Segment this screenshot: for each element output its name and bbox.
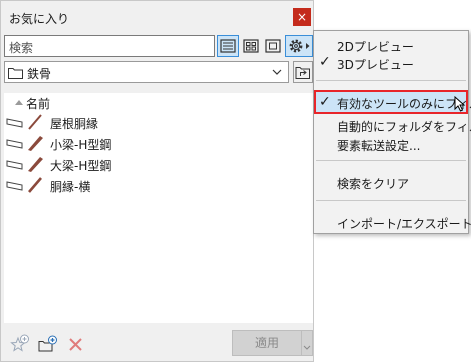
checkmark-icon: ✓ — [319, 94, 331, 110]
menu-item-filter-active-tools[interactable]: ✓ 有効なツールのみにフィルタ — [314, 90, 471, 114]
options-context-menu: 2Dプレビュー ✓ 3Dプレビュー ✓ 有効なツールのみにフィルタ 自動的にフォ… — [313, 30, 471, 234]
chevron-down-icon — [303, 345, 311, 350]
list-item-label: 小梁-H型鋼 — [50, 138, 112, 152]
checkmark-icon: ✓ — [319, 54, 331, 70]
menu-item-label: 自動的にフォルダをフィルタ — [337, 120, 471, 134]
favorites-list: 名前 屋根胴縁 小梁-H型鋼 大梁-H型鋼 胴縁-横 — [4, 93, 313, 323]
list-view-button[interactable] — [217, 35, 239, 57]
menu-item-import-export[interactable]: インポート/エクスポート... — [314, 212, 471, 232]
menu-item-label: 3Dプレビュー — [337, 58, 414, 72]
folder-up-button[interactable] — [293, 61, 313, 83]
palette-titlebar[interactable]: お気に入り × — [1, 1, 313, 33]
beam-tool-icon — [6, 118, 23, 128]
new-folder-icon — [38, 335, 57, 352]
palette-bottom-bar: 適用 — [1, 325, 313, 361]
column-header-label: 名前 — [26, 97, 51, 111]
menu-item-3d-preview[interactable]: ✓ 3Dプレビュー — [314, 53, 468, 73]
gear-icon — [289, 39, 310, 53]
folder-icon — [8, 68, 23, 79]
beam-tool-icon — [6, 160, 23, 170]
list-view-icon — [220, 39, 236, 53]
folder-dropdown[interactable]: 鉄骨 — [4, 61, 289, 83]
beam-tool-icon — [6, 139, 23, 149]
beam-profile-icon — [28, 177, 42, 193]
delete-icon — [69, 338, 82, 351]
search-placeholder: 検索 — [9, 41, 34, 55]
apply-button[interactable]: 適用 — [232, 330, 302, 356]
favorites-palette: お気に入り × 検索 鉄骨 名前 屋根胴縁 小梁-H型鋼 大梁-H型鋼 胴縁-横… — [0, 0, 314, 362]
menu-item-label: 要素転送設定... — [337, 139, 421, 153]
folder-name: 鉄骨 — [27, 67, 52, 81]
list-item[interactable]: 大梁-H型鋼 — [4, 154, 313, 175]
menu-item-label: インポート/エクスポート... — [337, 217, 471, 231]
options-button[interactable] — [285, 35, 313, 57]
palette-title: お気に入り — [9, 12, 70, 26]
beam-profile-icon — [28, 114, 42, 130]
menu-separator — [316, 160, 466, 161]
new-favorite-icon — [10, 334, 29, 352]
preview-view-button[interactable] — [262, 35, 284, 57]
beam-tool-icon — [6, 181, 23, 191]
add-favorite-button[interactable] — [9, 334, 31, 354]
menu-item-2d-preview[interactable]: 2Dプレビュー — [314, 35, 468, 55]
grid-view-button[interactable] — [240, 35, 262, 57]
search-input[interactable]: 検索 — [4, 35, 215, 57]
close-button[interactable]: × — [293, 8, 311, 26]
menu-item-label: 検索をクリア — [337, 177, 410, 191]
preview-view-icon — [265, 39, 281, 53]
menu-separator — [316, 200, 466, 201]
menu-item-transfer-settings[interactable]: 要素転送設定... — [314, 134, 468, 154]
column-header-name[interactable]: 名前 — [4, 93, 313, 111]
list-item[interactable]: 屋根胴縁 — [4, 112, 313, 133]
grid-view-icon — [243, 39, 259, 53]
mouse-cursor-icon — [454, 96, 466, 112]
folder-up-icon — [295, 67, 310, 79]
chevron-down-icon — [272, 69, 282, 75]
menu-item-label: 有効なツールのみにフィルタ — [337, 97, 471, 111]
list-item[interactable]: 胴縁-横 — [4, 175, 313, 196]
beam-profile-icon — [28, 157, 43, 172]
apply-dropdown-button[interactable] — [301, 330, 313, 356]
new-folder-button[interactable] — [37, 334, 59, 354]
list-item-label: 大梁-H型鋼 — [50, 159, 112, 173]
list-item[interactable]: 小梁-H型鋼 — [4, 133, 313, 154]
list-item-label: 胴縁-横 — [50, 180, 91, 194]
menu-item-clear-search[interactable]: 検索をクリア — [314, 172, 468, 192]
sort-ascending-icon — [15, 100, 23, 105]
menu-separator — [316, 80, 466, 81]
delete-button[interactable] — [65, 334, 87, 354]
beam-profile-icon — [28, 136, 43, 151]
list-item-label: 屋根胴縁 — [50, 117, 99, 131]
menu-item-auto-filter-folders[interactable]: 自動的にフォルダをフィルタ — [314, 115, 471, 135]
